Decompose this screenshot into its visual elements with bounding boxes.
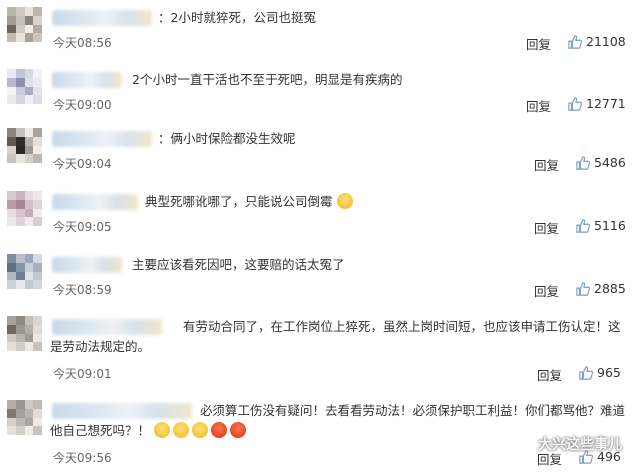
watermark-text: 大兴这些事儿 — [538, 437, 622, 453]
timestamp: 今天09:04 — [53, 157, 112, 171]
reply-button[interactable]: 回复 — [534, 281, 559, 300]
like-count: 5116 — [594, 218, 626, 233]
username[interactable] — [52, 72, 122, 88]
thumbs-up-icon — [576, 218, 590, 233]
like-button[interactable]: 12771 — [568, 96, 626, 111]
avatar[interactable] — [7, 128, 42, 163]
like-button[interactable]: 5486 — [576, 155, 626, 170]
thumbs-up-icon — [568, 34, 582, 49]
comment-text: 典型死哪讹哪了，只能说公司倒霉 — [145, 192, 356, 212]
avatar[interactable] — [7, 316, 42, 351]
avatar[interactable] — [7, 191, 42, 226]
timestamp: 今天09:00 — [53, 98, 112, 112]
reply-button[interactable]: 回复 — [526, 34, 551, 53]
like-button[interactable]: 21108 — [568, 34, 626, 49]
avatar[interactable] — [7, 69, 42, 104]
timestamp: 今天09:56 — [53, 451, 112, 465]
timestamp: 今天08:59 — [53, 283, 112, 297]
comment-text: ：俩小时保险都没生效呢 — [158, 131, 296, 146]
username[interactable] — [52, 194, 138, 210]
like-count: 5486 — [594, 155, 626, 170]
emoji-icon — [230, 422, 246, 438]
emoji-icon — [211, 422, 227, 438]
wechat-icon — [513, 436, 533, 452]
username[interactable] — [52, 131, 152, 147]
emoji-icon — [192, 422, 208, 438]
thumbs-up-icon — [576, 155, 590, 170]
reply-button[interactable]: 回复 — [526, 96, 551, 115]
username[interactable] — [52, 257, 122, 273]
avatar[interactable] — [7, 400, 42, 435]
reply-button[interactable]: 回复 — [537, 365, 562, 384]
like-count: 2885 — [594, 281, 626, 296]
thumbs-up-icon — [576, 281, 590, 296]
emoji-icon — [336, 193, 353, 209]
like-count: 965 — [597, 365, 621, 380]
comment-text: ：2小时就猝死，公司也挺冤 — [158, 10, 316, 25]
like-button[interactable]: 965 — [579, 365, 621, 380]
like-button[interactable]: 2885 — [576, 281, 626, 296]
avatar[interactable] — [7, 7, 42, 42]
like-count: 21108 — [586, 34, 626, 49]
like-count: 12771 — [586, 96, 626, 111]
username[interactable] — [52, 10, 152, 26]
timestamp: 今天09:05 — [53, 220, 112, 234]
thumbs-up-icon — [579, 365, 593, 380]
thumbs-up-icon — [568, 96, 582, 111]
comment-text: 2个小时一直干活也不至于死吧，明显是有疾病的 — [132, 72, 403, 87]
avatar[interactable] — [7, 254, 42, 289]
comment-text: 主要应该看死因吧，这要赔的话太冤了 — [132, 257, 345, 272]
watermark: 大兴这些事儿 — [513, 434, 622, 454]
reply-button[interactable]: 回复 — [534, 218, 559, 237]
emoji-icon — [173, 422, 189, 438]
like-button[interactable]: 5116 — [576, 218, 626, 233]
emoji-icon — [154, 422, 170, 438]
comment-text: 有劳动合同了，在工作岗位上猝死，虽然上岗时间短，也应该申请工伤认定！这是劳动法规… — [50, 319, 621, 354]
timestamp: 今天08:56 — [53, 36, 112, 50]
reply-button[interactable]: 回复 — [534, 155, 559, 174]
timestamp: 今天09:01 — [53, 367, 112, 381]
